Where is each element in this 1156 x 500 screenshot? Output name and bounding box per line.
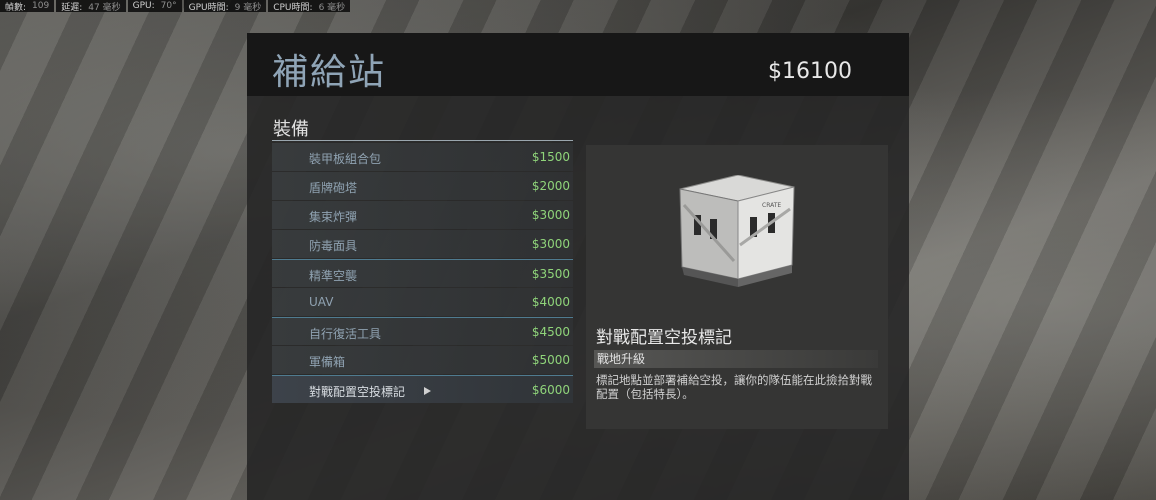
crate-label: CRATE [762, 202, 781, 209]
buy-station-panel: 補給站 $16100 裝備 裝甲板組合包 $1500 盾牌砲塔 $2000 集束… [247, 33, 909, 500]
list-item[interactable]: 精準空襲 $3500 [272, 259, 573, 287]
section-divider [272, 140, 573, 141]
perf-latency: 延遲: 47 毫秒 [56, 0, 126, 13]
item-price: $1500 [531, 150, 570, 164]
item-price: $4000 [531, 295, 570, 309]
perf-fps: 幀數: 109 [0, 0, 55, 13]
item-name: 集束炸彈 [309, 210, 358, 224]
item-list: 裝甲板組合包 $1500 盾牌砲塔 $2000 集束炸彈 $3000 防毒面具 … [272, 143, 573, 404]
item-name: 對戰配置空投標記 [309, 385, 406, 399]
item-price: $6000 [531, 383, 570, 397]
item-name: UAV [309, 295, 334, 309]
money-balance: $16100 [768, 59, 852, 84]
item-price: $2000 [531, 179, 570, 193]
item-price: $3000 [531, 237, 570, 251]
item-name: 防毒面具 [309, 239, 358, 253]
item-name: 軍備箱 [309, 355, 346, 369]
item-price: $3500 [531, 267, 570, 281]
section-title: 裝備 [273, 119, 309, 140]
item-name: 自行復活工具 [309, 327, 382, 341]
list-item[interactable]: 自行復活工具 $4500 [272, 317, 573, 345]
detail-category-tag: 戰地升級 [594, 350, 878, 368]
item-price: $3000 [531, 208, 570, 222]
perf-gpu-time: GPU時間: 9 毫秒 [183, 0, 267, 13]
performance-overlay: 幀數: 109 延遲: 47 毫秒 GPU: 70° GPU時間: 9 毫秒 CPU時間… [0, 0, 352, 13]
item-price: $4500 [531, 325, 570, 339]
list-item[interactable]: 集束炸彈 $3000 [272, 201, 573, 229]
list-item[interactable]: 軍備箱 $5000 [272, 346, 573, 374]
list-item[interactable]: 防毒面具 $3000 [272, 230, 573, 258]
panel-header: 補給站 $16100 [247, 33, 909, 96]
perf-cpu-time: CPU時間: 6 毫秒 [268, 0, 351, 13]
mouse-cursor-icon [424, 387, 431, 395]
item-name: 精準空襲 [309, 269, 358, 283]
item-detail-card: CRATE 對戰配置空投標記 戰地升級 標記地點並部署補給空投，讓你的隊伍能在此… [586, 145, 888, 429]
item-name: 盾牌砲塔 [309, 181, 358, 195]
list-item[interactable]: UAV $4000 [272, 288, 573, 316]
supply-crate-image: CRATE [679, 175, 795, 287]
list-item[interactable]: 盾牌砲塔 $2000 [272, 172, 573, 200]
page-title: 補給站 [272, 52, 387, 93]
list-item[interactable]: 裝甲板組合包 $1500 [272, 143, 573, 171]
perf-gpu-temp: GPU: 70° [127, 0, 182, 12]
item-name: 裝甲板組合包 [309, 152, 382, 166]
detail-title: 對戰配置空投標記 [596, 328, 732, 348]
list-item-selected[interactable]: 對戰配置空投標記 $6000 [272, 375, 573, 403]
item-price: $5000 [531, 353, 570, 367]
detail-description: 標記地點並部署補給空投，讓你的隊伍能在此撿拾對戰配置（包括特長）。 [596, 373, 872, 401]
